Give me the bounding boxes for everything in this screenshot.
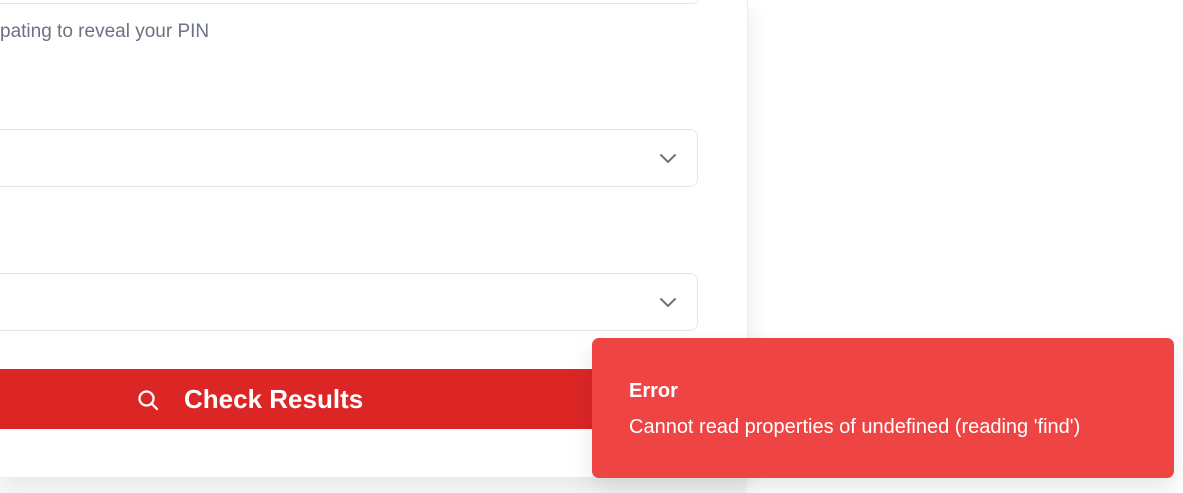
error-toast-title: Error	[629, 380, 678, 402]
check-results-button[interactable]: Check Results	[0, 369, 620, 429]
chevron-down-icon	[660, 298, 676, 307]
second-select-dropdown[interactable]	[0, 273, 698, 331]
error-toast-message: Cannot read properties of undefined (rea…	[629, 416, 1081, 438]
pin-input-bottom-edge[interactable]	[0, 0, 700, 4]
search-icon	[138, 390, 159, 411]
error-toast[interactable]: Error Cannot read properties of undefine…	[592, 338, 1174, 478]
first-select-dropdown[interactable]	[0, 129, 698, 187]
pin-helper-text: pating to reveal your PIN	[0, 21, 210, 42]
check-results-label: Check Results	[184, 384, 364, 414]
chevron-down-icon	[660, 154, 676, 163]
